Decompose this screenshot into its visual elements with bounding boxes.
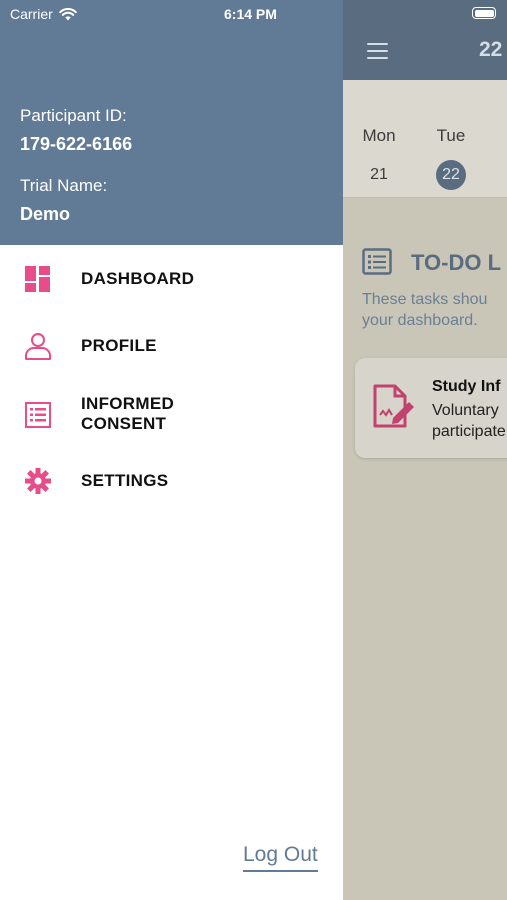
status-bar-right [343,0,507,28]
status-bar-left: Carrier [10,6,77,22]
menu-item-profile[interactable]: PROFILE [0,321,343,371]
participant-id-label: Participant ID: [20,106,127,125]
document-sign-icon [373,384,414,428]
menu-icon[interactable] [367,43,388,59]
card-title: Study Inf [432,378,501,395]
header-date: 22 [479,38,503,61]
day-name: Tue [436,126,466,145]
menu-item-informed-consent[interactable]: INFORMED CONSENT [0,388,343,443]
day-monday[interactable]: Mon 21 [354,126,404,190]
list-icon [25,402,51,428]
menu-item-settings[interactable]: SETTINGS [0,456,343,506]
dashboard-icon [25,266,50,292]
menu-label-settings: SETTINGS [81,471,169,490]
menu-label-dashboard: DASHBOARD [81,269,195,288]
trial-name-label: Trial Name: [20,176,108,195]
week-strip: Mon 21 Tue 22 [343,80,507,198]
person-icon [25,333,51,360]
menu-item-dashboard[interactable]: DASHBOARD [0,254,343,304]
participant-id-value: 179-622-6166 [20,134,133,154]
gear-icon [25,468,51,494]
menu-label-profile: PROFILE [81,336,157,355]
status-time: 6:14 PM [224,6,277,22]
battery-icon [472,7,496,19]
day-name: Mon [362,126,396,145]
day-number: 21 [370,166,388,183]
drawer-header: Carrier 6:14 PM Participant ID: 179-622-… [0,0,343,245]
list-icon [362,248,392,275]
carrier-label: Carrier [10,6,53,22]
navigation-drawer: Carrier 6:14 PM Participant ID: 179-622-… [0,0,343,900]
todo-description: These tasks shou your dashboard. [362,291,488,329]
trial-name-value: Demo [20,204,71,224]
wifi-icon [58,7,77,20]
task-card[interactable]: Study Inf Voluntary participate [355,358,507,458]
card-line-1: Voluntary [432,402,499,419]
day-number-selected: 22 [436,160,466,190]
card-subtitle: Voluntary participate [432,400,506,442]
menu-label-informed-consent: INFORMED CONSENT [81,394,175,433]
card-line-2: participate [432,423,506,440]
day-tuesday[interactable]: Tue 22 [426,126,476,190]
logout-link[interactable]: Log Out [243,843,318,872]
todo-title: TO-DO L [411,250,502,275]
